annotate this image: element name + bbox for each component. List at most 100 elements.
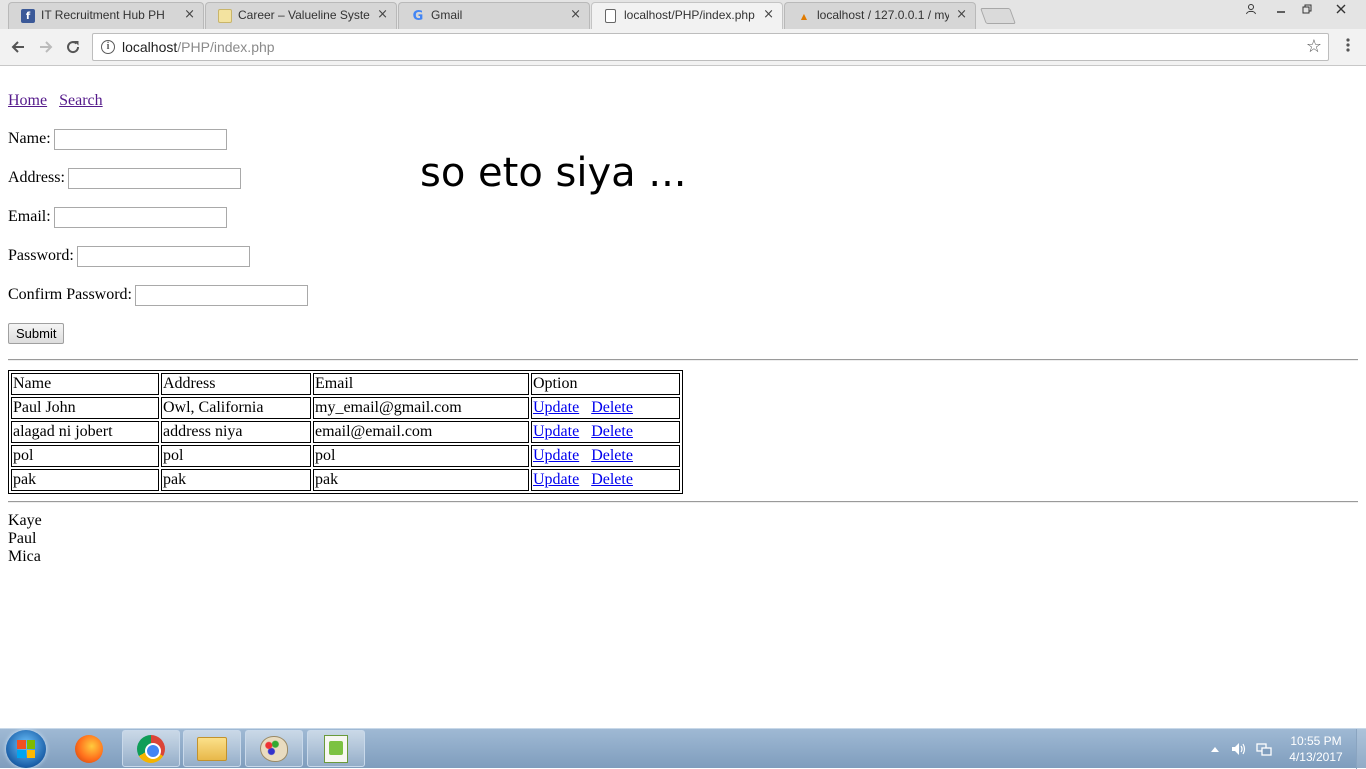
divider xyxy=(8,359,1358,361)
network-icon[interactable] xyxy=(1256,729,1272,769)
cell-option: Update Delete xyxy=(531,397,680,419)
address-bar[interactable]: i localhost/PHP/index.php ☆ xyxy=(92,33,1329,61)
update-link[interactable]: Update xyxy=(533,399,579,416)
cell-option: Update Delete xyxy=(531,469,680,491)
tab-close-icon[interactable]: × xyxy=(184,7,195,22)
tab-title: localhost / 127.0.0.1 / my xyxy=(817,8,949,22)
address-row: Address: xyxy=(8,168,241,189)
cell-name: Paul John xyxy=(11,397,159,419)
tab-facebook[interactable]: f IT Recruitment Hub PH × xyxy=(8,2,204,29)
name-input[interactable] xyxy=(53,129,227,150)
delete-link[interactable]: Delete xyxy=(591,471,633,488)
tab-close-icon[interactable]: × xyxy=(377,7,388,22)
start-button[interactable] xyxy=(6,730,46,768)
clock-date: 4/13/2017 xyxy=(1289,750,1343,764)
cell-name: pak xyxy=(11,469,159,491)
header-name: Name xyxy=(11,373,159,395)
cell-name: pol xyxy=(11,445,159,467)
divider xyxy=(8,501,1358,503)
cell-address: pol xyxy=(161,445,311,467)
chrome-icon xyxy=(137,734,165,763)
firefox-icon xyxy=(75,734,103,763)
menu-icon[interactable] xyxy=(1340,37,1356,53)
cell-email: pak xyxy=(313,469,529,491)
cell-address: pak xyxy=(161,469,311,491)
update-link[interactable]: Update xyxy=(533,447,579,464)
tab-title: IT Recruitment Hub PH xyxy=(41,8,165,22)
back-arrow-icon[interactable] xyxy=(8,37,28,57)
delete-link[interactable]: Delete xyxy=(591,447,633,464)
windows-logo-icon xyxy=(17,740,35,758)
tray-expand-icon[interactable] xyxy=(1210,729,1220,769)
volume-icon[interactable] xyxy=(1231,729,1247,769)
confirm-password-input[interactable] xyxy=(135,285,308,306)
tab-close-icon[interactable]: × xyxy=(763,7,774,22)
tab-localhost-index[interactable]: localhost/PHP/index.php × xyxy=(591,2,783,29)
table-row: pak pak pak Update Delete xyxy=(11,469,680,491)
tab-title: Gmail xyxy=(431,8,463,22)
bookmark-star-icon[interactable]: ☆ xyxy=(1306,36,1322,57)
names-list: Kaye Paul Mica xyxy=(8,512,42,566)
cell-option: Update Delete xyxy=(531,445,680,467)
minimize-icon[interactable] xyxy=(1268,0,1294,18)
delete-link[interactable]: Delete xyxy=(591,399,633,416)
delete-link[interactable]: Delete xyxy=(591,423,633,440)
taskbar-firefox[interactable] xyxy=(60,730,118,767)
confirm-password-label: Confirm Password: xyxy=(8,286,132,304)
password-input[interactable] xyxy=(76,246,250,267)
cell-address: Owl, California xyxy=(161,397,311,419)
list-item: Mica xyxy=(8,548,41,565)
email-row: Email: xyxy=(8,207,227,228)
name-row: Name: xyxy=(8,129,227,150)
submit-button[interactable]: Submit xyxy=(8,323,65,344)
url-text: localhost/PHP/index.php xyxy=(122,39,275,55)
profile-icon[interactable] xyxy=(1238,0,1264,18)
cell-name: alagad ni jobert xyxy=(11,421,159,443)
email-input[interactable] xyxy=(53,207,227,228)
taskbar-explorer[interactable] xyxy=(183,730,241,767)
tab-title: Career – Valueline System xyxy=(238,8,370,22)
taskbar-paint[interactable] xyxy=(245,730,303,767)
info-icon[interactable]: i xyxy=(101,40,115,54)
google-icon: G xyxy=(412,8,424,24)
phpmyadmin-icon: ▲ xyxy=(800,11,808,21)
table-row: Paul John Owl, California my_email@gmail… xyxy=(11,397,680,419)
url-host: localhost xyxy=(122,39,178,55)
taskbar-notepad-plus[interactable] xyxy=(307,730,365,767)
home-link[interactable]: Home xyxy=(8,92,47,109)
clock[interactable]: 10:55 PM 4/13/2017 xyxy=(1276,733,1356,765)
email-label: Email: xyxy=(8,208,51,226)
document-icon xyxy=(605,9,616,23)
reload-icon[interactable] xyxy=(63,37,83,57)
taskbar: 10:55 PM 4/13/2017 xyxy=(0,728,1366,769)
notepad-plus-icon xyxy=(324,734,348,763)
update-link[interactable]: Update xyxy=(533,471,579,488)
folder-icon xyxy=(197,736,227,761)
forward-arrow-icon[interactable] xyxy=(36,37,56,57)
nav-links: Home Search xyxy=(8,92,111,110)
restore-icon[interactable] xyxy=(1294,0,1320,18)
header-address: Address xyxy=(161,373,311,395)
tab-title: localhost/PHP/index.php xyxy=(624,8,755,22)
address-input[interactable] xyxy=(67,168,241,189)
list-item: Paul xyxy=(8,530,37,547)
close-window-icon[interactable] xyxy=(1328,0,1354,18)
tab-career[interactable]: Career – Valueline System × xyxy=(205,2,397,29)
update-link[interactable]: Update xyxy=(533,423,579,440)
taskbar-chrome[interactable] xyxy=(122,730,180,767)
header-email: Email xyxy=(313,373,529,395)
search-link[interactable]: Search xyxy=(59,92,103,109)
address-label: Address: xyxy=(8,169,65,187)
list-item: Kaye xyxy=(8,512,42,529)
header-option: Option xyxy=(531,373,680,395)
page-content: Home Search Name: Address: Email: Passwo… xyxy=(0,67,1366,728)
tab-close-icon[interactable]: × xyxy=(570,7,581,22)
show-desktop-button[interactable] xyxy=(1356,729,1366,769)
tab-phpmyadmin[interactable]: ▲ localhost / 127.0.0.1 / my × xyxy=(784,2,976,29)
name-label: Name: xyxy=(8,130,51,148)
url-path: /PHP/index.php xyxy=(177,39,275,55)
new-tab-button[interactable] xyxy=(980,8,1016,24)
tab-gmail[interactable]: G Gmail × xyxy=(398,2,590,29)
table-row: pol pol pol Update Delete xyxy=(11,445,680,467)
tab-close-icon[interactable]: × xyxy=(956,7,967,22)
